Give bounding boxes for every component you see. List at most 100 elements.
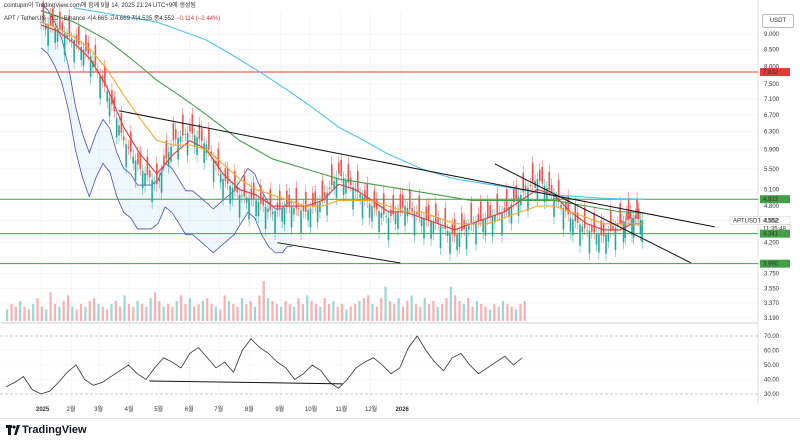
candle-body [130,131,132,153]
volume-bar [401,306,405,321]
volume-bar [19,301,22,321]
candle-body [449,232,451,254]
volume-bar [336,306,339,321]
volume-bar [458,301,461,321]
candle-body [179,136,182,142]
footer-bar: TradingView [0,418,800,442]
volume-bar [301,303,304,321]
price-tick-label: 4.552 [764,219,780,225]
volume-bar [314,303,318,321]
brand-name: TradingView [22,424,87,436]
volume-bar [310,301,313,321]
candle-body [636,198,638,220]
price-tick-label: 5.100 [764,188,780,194]
volume-bar [232,303,235,321]
volume-bar [127,303,130,321]
candle-body [629,211,632,219]
candle-body [527,187,529,211]
candle-body [432,222,435,234]
open-value: 시4.665 [87,16,108,22]
price-chart[interactable]: 7.8324.923APTUSDT4.55211:35:484.3413.890… [0,0,800,418]
candle-body [627,198,630,220]
volume-bar [332,301,335,321]
candle-body [501,212,503,236]
volume-bar [219,309,222,321]
volume-bar [427,303,431,321]
candle-body [56,27,59,42]
price-tick-label: 3.190 [764,316,780,322]
candle-body [607,232,610,242]
volume-bar [410,295,413,321]
time-tick-label: 5월 [154,405,163,413]
volume-bar [323,298,326,321]
candle-body [453,218,456,237]
volume-bar [445,298,448,321]
candle-body [637,208,640,220]
time-tick-label: 4월 [125,405,134,413]
candle-body [591,226,593,232]
volume-bar [158,301,161,321]
volume-bar [319,306,322,321]
volume-bar [267,298,270,321]
volume-bar [79,303,83,321]
volume-bar [249,301,252,321]
candle-body [312,192,314,207]
candle-body [404,206,406,226]
volume-bar [206,298,209,321]
volume-bar [119,306,122,321]
candle-body [427,205,430,221]
price-tag-label: 4.341 [763,232,779,238]
candle-body [146,156,149,176]
candle-body [144,173,146,186]
volume-bar [384,286,387,321]
candle-body [550,184,553,193]
candle-body [134,160,137,181]
candle-body [394,212,397,225]
symbol-label[interactable]: APT / TetherUS · 1D · Binance [4,16,85,22]
candle-body [85,35,87,52]
volume-bar [201,301,204,321]
candle-body [137,152,139,165]
candle-body [387,217,390,241]
volume-bar [93,298,96,321]
candle-body [243,175,246,197]
rsi-tick-label: 30.00 [764,392,780,398]
price-tag-label: APTUSDT [733,219,761,225]
candle-body [184,134,187,135]
candle-body [411,208,413,212]
time-tick-label: 2026 [396,407,410,413]
candle-body [229,185,231,204]
candle-body [385,216,387,217]
candle-body [463,219,465,230]
volume-bar [441,303,444,321]
volume-bar [106,309,109,321]
volume-bar [271,301,274,321]
volume-bar [45,309,48,321]
volume-bar [10,303,13,321]
volume-bar [514,309,518,321]
candle-body [496,193,499,215]
price-tick-label: 3.370 [764,301,780,307]
volume-bar [49,292,52,321]
candle-body [366,183,369,202]
candle-body [484,218,487,236]
volume-bar [327,303,331,321]
time-tick-label: 9월 [275,405,284,413]
volume-bar [471,306,474,321]
volume-bar [193,306,196,321]
candle-body [286,190,288,207]
candle-body [390,210,392,217]
volume-bar [375,306,378,321]
candle-body [281,208,283,222]
candle-body [212,159,215,182]
volume-bar [406,301,409,321]
candle-body [219,173,222,183]
candle-body [632,218,635,238]
price-tick-label: 4.800 [764,204,780,210]
candle-body [290,206,293,228]
volume-bar [75,309,78,321]
candle-body [619,203,621,224]
volume-bar [180,295,183,321]
chart-header: cointupin이 TradingView.com에 함께 9월 14, 20… [4,3,196,9]
currency-unit-button[interactable]: USDT [762,14,794,28]
